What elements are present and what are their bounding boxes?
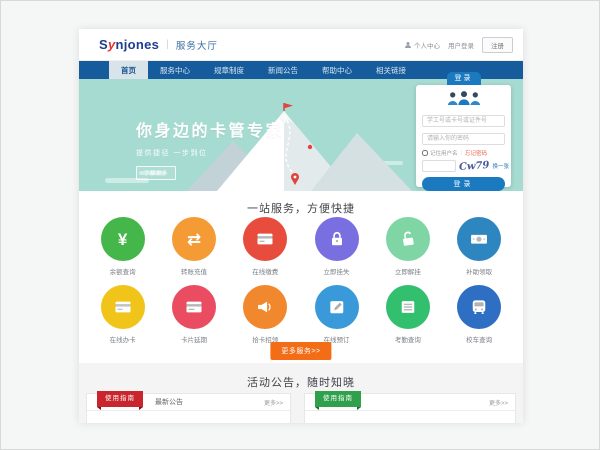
login-submit-button[interactable]: 登录 bbox=[422, 177, 505, 191]
nav-item-service-center[interactable]: 服务中心 bbox=[148, 61, 202, 79]
nav-item-rules[interactable]: 规章制度 bbox=[202, 61, 256, 79]
panel-header: 使用指南 最新公告 更多>> bbox=[87, 394, 290, 411]
page-canvas: Synjones | 服务大厅 个人中心 用户登录 注册 首页 服务中心 规章制… bbox=[0, 0, 600, 450]
edit-icon bbox=[315, 285, 359, 329]
service-item-pay-online[interactable]: 在线缴费 bbox=[230, 217, 301, 276]
service-item-found-card[interactable]: 拾卡招领 bbox=[230, 285, 301, 344]
hero-banner: 你身边的卡管专家 提供捷径 一步到位 了解更多 登录 bbox=[79, 79, 523, 191]
user-icon bbox=[404, 41, 412, 49]
service-item-apply-card[interactable]: 在线办卡 bbox=[87, 285, 158, 344]
logo-accent: y bbox=[108, 37, 116, 52]
service-item-balance[interactable]: ¥ 余额查询 bbox=[87, 217, 158, 276]
logo-text: S bbox=[99, 37, 108, 52]
remember-checkbox[interactable] bbox=[422, 150, 428, 156]
nav-item-home[interactable]: 首页 bbox=[109, 61, 148, 79]
users-group-icon bbox=[422, 90, 505, 106]
hero-text: 你身边的卡管专家 提供捷径 一步到位 了解更多 bbox=[136, 117, 284, 180]
service-item-card-renewal[interactable]: 卡片延期 bbox=[158, 285, 229, 344]
more-link[interactable]: 更多>> bbox=[489, 398, 508, 407]
hero-subtitle: 提供捷径 一步到位 bbox=[136, 148, 284, 158]
password-input[interactable] bbox=[422, 133, 505, 145]
services-section: 一站服务，方便快捷 ¥ 余额查询 ⇄ 转账充值 在线缴费 bbox=[79, 191, 523, 363]
nav-item-help-center[interactable]: 帮助中心 bbox=[310, 61, 364, 79]
banknote-icon bbox=[457, 217, 501, 261]
remember-row: 记住用户名 | 忘记密码 bbox=[422, 149, 505, 157]
logo-text: njones bbox=[116, 37, 160, 52]
attendance-icon bbox=[386, 285, 430, 329]
service-item-online-booking[interactable]: 在线预订 bbox=[301, 285, 372, 344]
guide-panel-left: 使用指南 最新公告 更多>> bbox=[86, 393, 291, 423]
remember-label: 记住用户名 bbox=[430, 149, 458, 157]
logo-divider: | bbox=[166, 39, 169, 50]
yen-icon: ¥ bbox=[101, 217, 145, 261]
card-icon bbox=[172, 285, 216, 329]
tab-latest-announcements[interactable]: 最新公告 bbox=[155, 397, 183, 407]
service-item-subsidy[interactable]: 补助领取 bbox=[443, 217, 514, 276]
topbar: Synjones | 服务大厅 个人中心 用户登录 注册 bbox=[79, 29, 523, 61]
megaphone-icon bbox=[243, 285, 287, 329]
service-item-report-loss[interactable]: 立即挂失 bbox=[301, 217, 372, 276]
services-title: 一站服务，方便快捷 bbox=[79, 191, 523, 216]
forgot-password-link[interactable]: 忘记密码 bbox=[465, 149, 487, 157]
account-input[interactable] bbox=[422, 115, 505, 127]
personal-center-link[interactable]: 个人中心 bbox=[404, 40, 440, 50]
card-icon bbox=[101, 285, 145, 329]
announcements-title: 活动公告，随时知晓 bbox=[79, 363, 523, 390]
announcement-panels: 使用指南 最新公告 更多>> 使用指南 更多>> bbox=[86, 393, 516, 423]
transfer-icon: ⇄ bbox=[172, 217, 216, 261]
captcha-refresh-link[interactable]: 换一张 bbox=[492, 162, 509, 170]
hero-cta-button[interactable]: 了解更多 bbox=[136, 166, 176, 180]
lock-icon bbox=[315, 217, 359, 261]
captcha-row: Cw79 换一张 bbox=[422, 160, 505, 172]
bus-icon bbox=[457, 285, 501, 329]
nav-item-news[interactable]: 新闻公告 bbox=[256, 61, 310, 79]
unlock-icon bbox=[386, 217, 430, 261]
captcha-input[interactable] bbox=[422, 160, 456, 172]
login-panel: 登录 记住用户名 | 忘记密码 bbox=[416, 85, 511, 187]
service-item-attendance[interactable]: 考勤查询 bbox=[372, 285, 443, 344]
register-button[interactable]: 注册 bbox=[482, 37, 513, 53]
card-icon bbox=[243, 217, 287, 261]
guide-panel-right: 使用指南 更多>> bbox=[304, 393, 516, 423]
more-link[interactable]: 更多>> bbox=[264, 398, 283, 407]
service-item-cancel-loss[interactable]: 立即解挂 bbox=[372, 217, 443, 276]
services-grid: ¥ 余额查询 ⇄ 转账充值 在线缴费 立即挂失 bbox=[87, 217, 515, 353]
panel-header: 使用指南 更多>> bbox=[305, 394, 515, 411]
user-login-link[interactable]: 用户登录 bbox=[448, 40, 474, 50]
nav-item-links[interactable]: 相关链接 bbox=[364, 61, 418, 79]
site-name: 服务大厅 bbox=[176, 38, 218, 52]
site-logo[interactable]: Synjones bbox=[99, 37, 159, 52]
announcements-section: 活动公告，随时知晓 使用指南 最新公告 更多>> 使用指南 更多>> bbox=[79, 363, 523, 423]
site-page: Synjones | 服务大厅 个人中心 用户登录 注册 首页 服务中心 规章制… bbox=[79, 29, 523, 423]
service-item-school-bus[interactable]: 校车查询 bbox=[443, 285, 514, 344]
topbar-right: 个人中心 用户登录 注册 bbox=[404, 37, 513, 53]
service-item-transfer[interactable]: ⇄ 转账充值 bbox=[158, 217, 229, 276]
hero-title: 你身边的卡管专家 bbox=[136, 117, 284, 141]
tab-usage-guide[interactable]: 使用指南 bbox=[315, 391, 361, 407]
captcha-image[interactable]: Cw79 bbox=[459, 159, 490, 172]
login-tab[interactable]: 登录 bbox=[447, 72, 481, 85]
more-services-button[interactable]: 更多服务>> bbox=[270, 342, 331, 360]
tab-usage-guide[interactable]: 使用指南 bbox=[97, 391, 143, 407]
divider: | bbox=[461, 150, 462, 156]
